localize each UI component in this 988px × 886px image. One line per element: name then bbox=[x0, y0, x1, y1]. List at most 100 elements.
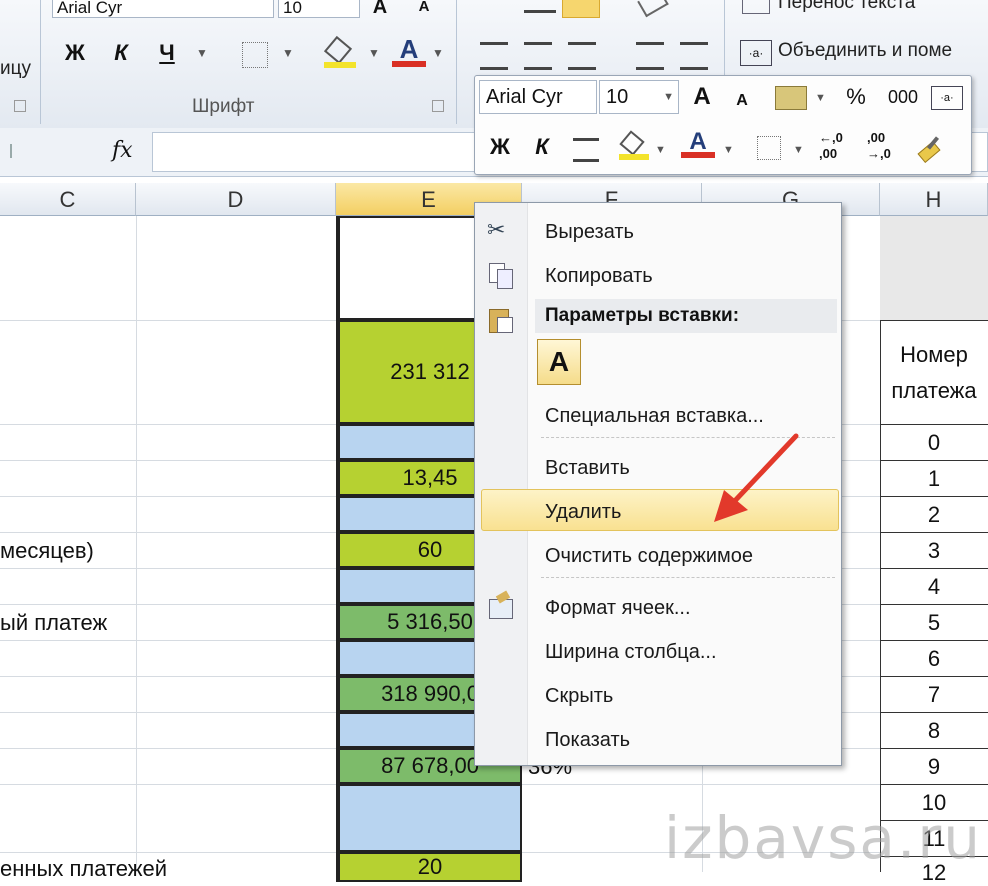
mini-bold-button[interactable]: Ж bbox=[483, 130, 517, 164]
paste-icon bbox=[487, 305, 515, 333]
chevron-down-icon[interactable]: ▼ bbox=[723, 144, 734, 156]
thousands-button[interactable]: 000 bbox=[883, 80, 923, 114]
cell-c-label[interactable]: ый платеж bbox=[0, 610, 107, 636]
menu-item-unhide[interactable]: Показать bbox=[545, 729, 630, 752]
mini-italic-button[interactable]: К bbox=[525, 130, 559, 164]
menu-item-hide[interactable]: Скрыть bbox=[545, 685, 613, 708]
align-center-icon[interactable] bbox=[524, 42, 552, 70]
menu-item-insert[interactable]: Вставить bbox=[545, 457, 630, 480]
menu-item-format-cells[interactable]: Формат ячеек... bbox=[545, 597, 691, 620]
paste-options-header: Параметры вставки: bbox=[535, 299, 837, 333]
mini-font-color-button[interactable]: A bbox=[681, 128, 715, 164]
mini-font-size[interactable]: 10 ▼ bbox=[599, 80, 679, 114]
font-color-button[interactable]: A bbox=[392, 34, 426, 70]
cell-c-label[interactable]: енных платежей bbox=[0, 856, 167, 882]
mini-borders-icon[interactable] bbox=[757, 136, 781, 160]
cell-e-count[interactable]: 20 bbox=[336, 852, 522, 882]
h-number[interactable]: 7 bbox=[880, 682, 988, 708]
align-right-icon[interactable] bbox=[568, 42, 596, 70]
underline-dropdown-icon[interactable]: ▼ bbox=[196, 46, 208, 60]
wrap-text-icon[interactable] bbox=[742, 0, 770, 14]
menu-item-delete[interactable]: Удалить bbox=[545, 501, 621, 524]
fx-icon[interactable]: fx bbox=[112, 138, 133, 163]
bold-button[interactable]: Ж bbox=[60, 36, 90, 70]
italic-button[interactable]: К bbox=[106, 36, 136, 70]
h-number[interactable]: 1 bbox=[880, 466, 988, 492]
h-header-line2: платежа bbox=[891, 378, 977, 403]
font-name-box[interactable]: Arial Cyr bbox=[52, 0, 274, 18]
h-number[interactable]: 6 bbox=[880, 646, 988, 672]
menu-item-copy[interactable]: Копировать bbox=[545, 265, 653, 288]
h-border bbox=[880, 604, 988, 605]
column-header-c[interactable]: C bbox=[0, 183, 136, 216]
h-number[interactable]: 0 bbox=[880, 430, 988, 456]
percent-button[interactable]: % bbox=[839, 80, 873, 114]
h-number[interactable]: 4 bbox=[880, 574, 988, 600]
fill-dropdown-icon[interactable]: ▼ bbox=[368, 46, 380, 60]
decrease-decimal-button[interactable]: ,00 →,0 bbox=[867, 130, 903, 162]
copy-icon bbox=[487, 261, 515, 289]
chevron-down-icon[interactable]: ▼ bbox=[793, 144, 804, 156]
cell-c-label[interactable]: месяцев) bbox=[0, 538, 94, 564]
mini-fill-color-icon[interactable] bbox=[617, 130, 651, 162]
h-border bbox=[880, 460, 988, 461]
borders-icon[interactable] bbox=[242, 42, 268, 68]
align-left-icon[interactable] bbox=[480, 42, 508, 70]
format-painter-icon[interactable] bbox=[915, 132, 945, 164]
grid-line bbox=[136, 216, 137, 872]
h-number[interactable]: 3 bbox=[880, 538, 988, 564]
merge-icon[interactable]: ·a· bbox=[740, 40, 772, 66]
dialog-launcher-icon[interactable] bbox=[14, 100, 26, 112]
name-box-edge[interactable] bbox=[0, 144, 12, 158]
h-border bbox=[880, 748, 988, 749]
h-number[interactable]: 5 bbox=[880, 610, 988, 636]
chevron-down-icon: ▼ bbox=[663, 91, 674, 103]
font-size-box[interactable]: 10 bbox=[278, 0, 360, 18]
align-top-icon[interactable] bbox=[524, 0, 556, 13]
mini-shrink-font-button[interactable]: A bbox=[725, 84, 759, 118]
increase-indent-icon[interactable] bbox=[680, 42, 708, 70]
h-border bbox=[880, 676, 988, 677]
h-number[interactable]: 8 bbox=[880, 718, 988, 744]
grow-font-button[interactable]: A bbox=[366, 0, 394, 24]
font-size-value: 10 bbox=[283, 0, 302, 17]
h-number[interactable]: 2 bbox=[880, 502, 988, 528]
decrease-indent-icon[interactable] bbox=[636, 42, 664, 70]
h-number[interactable]: 9 bbox=[880, 754, 988, 780]
fill-color-icon[interactable] bbox=[322, 35, 358, 68]
h-header-line1: Номер bbox=[900, 342, 968, 367]
merge-label[interactable]: Объединить и поме bbox=[778, 40, 952, 62]
wrap-text-label[interactable]: Перенос текста bbox=[778, 0, 915, 14]
arrow-shaft bbox=[727, 433, 799, 509]
mini-font-name[interactable]: Arial Cyr bbox=[479, 80, 597, 114]
align-middle-icon[interactable] bbox=[562, 0, 600, 18]
menu-item-column-width[interactable]: Ширина столбца... bbox=[545, 641, 717, 664]
paste-values-button[interactable]: A bbox=[537, 339, 581, 385]
h-border bbox=[880, 496, 988, 497]
currency-format-icon[interactable] bbox=[775, 86, 807, 110]
underline-button[interactable]: Ч bbox=[152, 36, 182, 70]
dialog-launcher-icon[interactable] bbox=[432, 100, 444, 112]
font-color-dropdown-icon[interactable]: ▼ bbox=[432, 46, 444, 60]
borders-dropdown-icon[interactable]: ▼ bbox=[282, 46, 294, 60]
mini-grow-font-button[interactable]: A bbox=[685, 80, 719, 114]
cell-h-header-fill bbox=[880, 216, 988, 320]
chevron-down-icon[interactable]: ▼ bbox=[655, 144, 666, 156]
orientation-icon[interactable] bbox=[637, 0, 669, 18]
merge-icon[interactable]: ·a· bbox=[931, 86, 963, 110]
increase-decimal-button[interactable]: ←,0 ,00 bbox=[819, 130, 855, 162]
mini-center-icon[interactable] bbox=[573, 138, 599, 162]
column-header-d[interactable]: D bbox=[136, 183, 336, 216]
cell-e-blank[interactable] bbox=[336, 784, 522, 852]
menu-item-paste-special[interactable]: Специальная вставка... bbox=[545, 405, 764, 428]
watermark: izbavsa.ru bbox=[663, 804, 982, 872]
h-border bbox=[880, 640, 988, 641]
shrink-font-button[interactable]: A bbox=[410, 0, 438, 24]
h-border bbox=[880, 568, 988, 569]
column-header-h[interactable]: H bbox=[880, 183, 988, 216]
menu-item-cut[interactable]: Вырезать bbox=[545, 221, 634, 244]
chevron-down-icon[interactable]: ▼ bbox=[815, 92, 826, 104]
scissors-icon: ✂ bbox=[487, 217, 506, 242]
menu-item-clear-contents[interactable]: Очистить содержимое bbox=[545, 545, 753, 568]
h-border bbox=[880, 784, 988, 785]
